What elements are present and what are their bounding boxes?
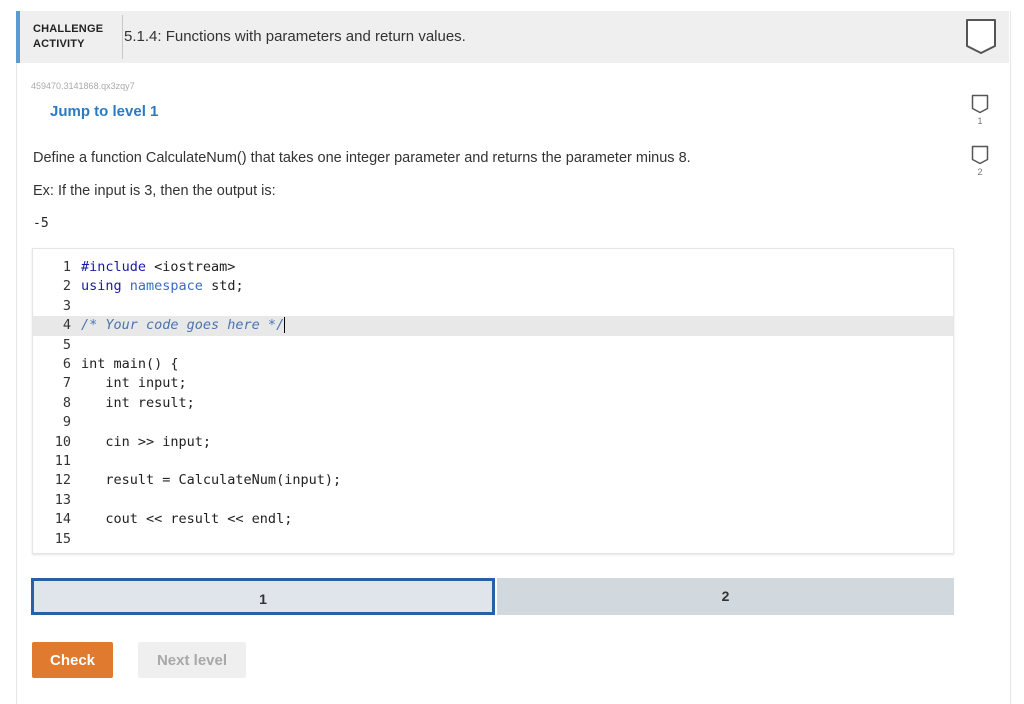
side-level-1[interactable]: 1 xyxy=(969,94,991,126)
code-text: int input; xyxy=(81,375,187,392)
code-line[interactable]: 15 xyxy=(33,530,953,549)
line-number: 4 xyxy=(62,317,71,334)
example-text: Ex: If the input is 3, then the output i… xyxy=(33,183,276,199)
problem-prompt: Define a function CalculateNum() that ta… xyxy=(33,150,691,166)
code-text: /* Your code goes here */ xyxy=(81,317,286,334)
jump-to-level-link[interactable]: Jump to level 1 xyxy=(50,103,158,120)
side-level-2[interactable]: 2 xyxy=(969,145,991,177)
code-text: cin >> input; xyxy=(81,433,212,450)
line-number: 5 xyxy=(62,336,71,353)
level-tab-1[interactable]: 1 xyxy=(31,578,495,615)
code-line[interactable]: 5 xyxy=(33,336,953,355)
line-number: 14 xyxy=(54,511,71,528)
code-text: using namespace std; xyxy=(81,278,244,295)
line-number: 12 xyxy=(54,472,71,489)
line-number: 6 xyxy=(62,356,71,372)
line-number: 15 xyxy=(54,530,71,547)
code-line[interactable]: 13 xyxy=(33,491,953,510)
code-line[interactable]: 10 cin >> input; xyxy=(33,433,953,452)
next-level-button[interactable]: Next level xyxy=(138,642,246,678)
line-number: 1 xyxy=(62,259,71,275)
example-output: -5 xyxy=(33,216,49,231)
code-line[interactable]: 2 using namespace std; xyxy=(33,277,953,296)
line-number: 10 xyxy=(54,433,71,450)
activity-code: 459470.3141868.qx3zqy7 xyxy=(31,81,135,91)
level-tab-2[interactable]: 2 xyxy=(497,578,954,615)
code-line[interactable]: 1 #include <iostream> xyxy=(33,258,953,277)
activity-title: 5.1.4: Functions with parameters and ret… xyxy=(124,28,466,45)
code-line[interactable]: 8 int result; xyxy=(33,394,953,413)
code-line[interactable]: 12 result = CalculateNum(input); xyxy=(33,471,953,490)
shield-icon xyxy=(966,19,996,54)
activity-header: CHALLENGE ACTIVITY 5.1.4: Functions with… xyxy=(16,11,1009,63)
side-level-number: 1 xyxy=(977,116,983,126)
code-text: int result; xyxy=(81,394,195,411)
header-divider xyxy=(122,15,123,59)
code-line[interactable]: 4 /* Your code goes here */ xyxy=(33,316,953,336)
line-number: 9 xyxy=(62,414,71,431)
code-text: cout << result << endl; xyxy=(81,511,293,528)
activity-type-line2: ACTIVITY xyxy=(33,38,85,50)
line-number: 2 xyxy=(62,278,71,295)
side-level-number: 2 xyxy=(977,167,983,177)
line-number: 13 xyxy=(54,491,71,508)
code-text: #include <iostream> xyxy=(81,259,236,275)
line-number: 11 xyxy=(54,453,71,469)
code-text: int main() { xyxy=(81,356,179,372)
activity-type-label: CHALLENGE ACTIVITY xyxy=(33,22,103,52)
code-text: result = CalculateNum(input); xyxy=(81,472,342,489)
header-accent-bar xyxy=(16,11,20,63)
code-line[interactable]: 7 int input; xyxy=(33,374,953,393)
level-tabs: 1 2 xyxy=(31,578,954,615)
code-line[interactable]: 9 xyxy=(33,413,953,432)
check-button[interactable]: Check xyxy=(32,642,113,678)
line-number: 8 xyxy=(62,394,71,411)
code-line[interactable]: 6 int main() { xyxy=(33,355,953,374)
code-line[interactable]: 14 cout << result << endl; xyxy=(33,510,953,529)
activity-type-line1: CHALLENGE xyxy=(33,23,104,35)
code-editor[interactable]: 1 #include <iostream> 2 using namespace std… xyxy=(32,248,954,554)
shield-icon xyxy=(971,145,989,165)
line-number: 3 xyxy=(62,297,71,314)
line-number: 7 xyxy=(62,375,71,392)
shield-icon xyxy=(971,94,989,114)
code-line[interactable]: 11 xyxy=(33,452,953,471)
code-line[interactable]: 3 xyxy=(33,297,953,316)
